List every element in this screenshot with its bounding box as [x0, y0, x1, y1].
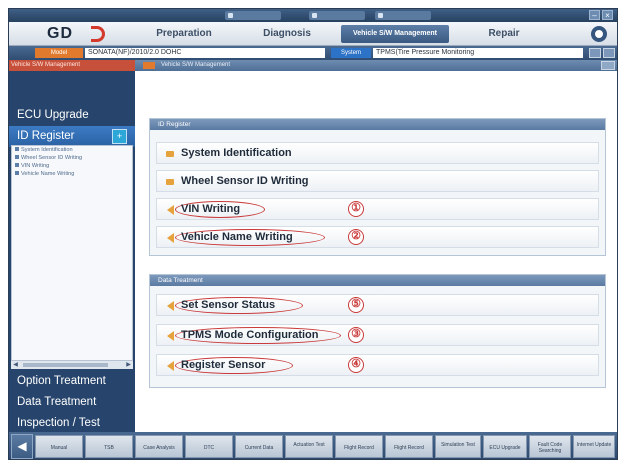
tab-icon — [312, 13, 317, 18]
sidebar-item-ecu-upgrade[interactable]: ECU Upgrade — [9, 105, 135, 126]
vehicle-info-button[interactable] — [589, 48, 601, 58]
scroll-left-icon[interactable]: ◀ — [11, 361, 20, 369]
back-arrow-icon[interactable]: ◀ — [11, 434, 33, 459]
folder-icon — [166, 151, 174, 157]
data-treatment-panel: Data Treatment Set Sensor Status ⑤ TPMS … — [149, 274, 606, 388]
window-title-bar: – × — [9, 9, 617, 22]
step-number-badge: ① — [348, 201, 364, 217]
bullet-icon — [15, 147, 19, 151]
sidebar-subitem-wheel-sensor-id-writing[interactable]: Wheel Sensor ID Writing — [12, 154, 132, 162]
step-number-badge: ② — [348, 229, 364, 245]
step-number-badge: ⑤ — [348, 297, 364, 313]
sidebar-item-id-register[interactable]: ID Register + — [9, 126, 135, 147]
panel-title: ID Register — [150, 119, 605, 130]
scroll-thumb[interactable] — [23, 363, 108, 367]
title-tab-2[interactable] — [309, 11, 365, 20]
sidebar: Vehicle S/W Management ECU Upgrade ID Re… — [9, 60, 135, 432]
flight-record-2-button[interactable]: Flight Record — [385, 435, 433, 458]
tab-repair[interactable]: Repair — [461, 25, 547, 43]
bullet-icon — [15, 155, 19, 159]
sidebar-item-data-treatment[interactable]: Data Treatment — [9, 392, 135, 413]
arrow-icon — [167, 361, 174, 371]
menu-system-identification[interactable]: System Identification — [156, 142, 599, 164]
menu-tpms-mode-configuration[interactable]: TPMS Mode Configuration ③ — [156, 324, 599, 346]
menu-vin-writing[interactable]: VIN Writing ① — [156, 198, 599, 220]
sidebar-sublist: System Identification Wheel Sensor ID Wr… — [11, 145, 133, 369]
id-register-panel: ID Register System Identification Wheel … — [149, 118, 606, 256]
flight-record-button[interactable]: Flight Record — [335, 435, 383, 458]
sidebar-subitem-vehicle-name-writing[interactable]: Vehicle Name Writing — [12, 170, 132, 178]
settings-gear-icon[interactable] — [591, 26, 607, 42]
menu-register-sensor[interactable]: Register Sensor ④ — [156, 354, 599, 376]
case-analysis-button[interactable]: Case Analysis — [135, 435, 183, 458]
tab-diagnosis[interactable]: Diagnosis — [241, 25, 333, 43]
system-label: System — [331, 48, 371, 58]
main-navigation: GD Preparation Diagnosis Vehicle S/W Man… — [9, 22, 617, 46]
app-window: – × GD Preparation Diagnosis Vehicle S/W… — [8, 8, 618, 460]
fault-code-searching-button[interactable]: Fault Code Searching — [529, 435, 571, 458]
title-tab-3[interactable] — [375, 11, 431, 20]
menu-wheel-sensor-id-writing[interactable]: Wheel Sensor ID Writing — [156, 170, 599, 192]
sidebar-header: Vehicle S/W Management — [9, 60, 135, 71]
bullet-icon — [15, 163, 19, 167]
manual-button[interactable]: Manual — [35, 435, 83, 458]
main-content: Vehicle S/W Management ID Register Syste… — [135, 60, 617, 432]
tab-vehicle-sw-management[interactable]: Vehicle S/W Management — [341, 25, 449, 43]
model-label: Model — [35, 48, 83, 58]
arrow-icon — [167, 205, 174, 215]
dtc-button[interactable]: DTC — [185, 435, 233, 458]
sidebar-subitem-system-identification[interactable]: System Identification — [12, 146, 132, 154]
system-field[interactable]: TPMS(Tire Pressure Monitoring — [373, 48, 583, 58]
menu-set-sensor-status[interactable]: Set Sensor Status ⑤ — [156, 294, 599, 316]
content-header-button[interactable] — [601, 61, 615, 70]
section-marker-icon — [143, 62, 155, 69]
window-controls: – × — [589, 10, 613, 20]
gds-logo: GD — [47, 25, 107, 43]
step-number-badge: ③ — [348, 327, 364, 343]
minimize-button[interactable]: – — [589, 10, 600, 20]
arrow-icon — [167, 331, 174, 341]
sidebar-item-option-treatment[interactable]: Option Treatment — [9, 371, 135, 392]
content-header: Vehicle S/W Management — [135, 60, 617, 71]
simulation-test-button[interactable]: Simulation Test — [435, 435, 481, 458]
expand-plus-icon[interactable]: + — [112, 129, 127, 144]
bottom-function-bar: ◀ Manual TSB Case Analysis DTC Current D… — [9, 432, 617, 459]
ecu-upgrade-button[interactable]: ECU Upgrade — [483, 435, 527, 458]
sidebar-item-inspection-test[interactable]: Inspection / Test — [9, 413, 135, 434]
title-tab-1[interactable] — [225, 11, 281, 20]
close-button[interactable]: × — [602, 10, 613, 20]
vehicle-info-bar: Model SONATA(NF)/2010/2.0 DOHC System TP… — [9, 46, 617, 60]
bullet-icon — [15, 171, 19, 175]
sidebar-subitem-vin-writing[interactable]: VIN Writing — [12, 162, 132, 170]
actuation-test-button[interactable]: Actuation Test — [285, 435, 333, 458]
arrow-icon — [167, 301, 174, 311]
step-number-badge: ④ — [348, 357, 364, 373]
current-data-button[interactable]: Current Data — [235, 435, 283, 458]
internet-update-button[interactable]: Internet Update — [573, 435, 615, 458]
tab-preparation[interactable]: Preparation — [139, 25, 229, 43]
vehicle-model-field[interactable]: SONATA(NF)/2010/2.0 DOHC — [85, 48, 325, 58]
folder-icon — [166, 179, 174, 185]
panel-title: Data Treatment — [150, 275, 605, 286]
tab-icon — [228, 13, 233, 18]
tsb-button[interactable]: TSB — [85, 435, 133, 458]
menu-vehicle-name-writing[interactable]: Vehicle Name Writing ② — [156, 226, 599, 248]
sidebar-horizontal-scrollbar[interactable]: ◀ ▶ — [11, 360, 133, 369]
vehicle-tools-button[interactable] — [603, 48, 615, 58]
tab-icon — [378, 13, 383, 18]
arrow-icon — [167, 233, 174, 243]
scroll-right-icon[interactable]: ▶ — [124, 361, 133, 369]
